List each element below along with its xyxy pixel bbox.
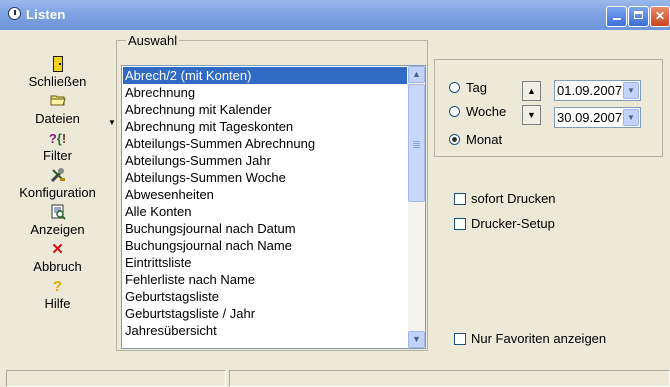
- status-pane-left: [6, 370, 226, 387]
- konfiguration-label: Konfiguration: [19, 185, 96, 200]
- maximize-button[interactable]: [628, 6, 649, 27]
- auswahl-group-title: Auswahl: [126, 33, 180, 48]
- schliessen-label: Schließen: [28, 74, 87, 89]
- anzeigen-label: Anzeigen: [30, 222, 85, 237]
- list-item[interactable]: Alle Konten: [123, 203, 407, 220]
- scroll-up-button[interactable]: ▲: [408, 66, 425, 83]
- radio-woche-label[interactable]: Woche: [466, 104, 506, 119]
- close-icon: ✕: [654, 9, 666, 23]
- nur-favoriten-checkbox[interactable]: [454, 333, 466, 345]
- list-item[interactable]: Buchungsjournal nach Datum: [123, 220, 407, 237]
- schliessen-button[interactable]: Schließen: [0, 56, 115, 89]
- folder-icon: [0, 93, 115, 111]
- list-item[interactable]: Eintrittsliste: [123, 254, 407, 271]
- date-to-value: 30.09.2007: [557, 110, 623, 125]
- title-bar[interactable]: Listen ✕: [0, 0, 670, 30]
- list-item[interactable]: Abrechnung: [123, 84, 407, 101]
- list-item[interactable]: Abrechnung mit Kalender: [123, 101, 407, 118]
- preview-icon: [0, 204, 115, 222]
- drucker-setup-checkbox[interactable]: [454, 218, 466, 230]
- filter-button[interactable]: ?{! Filter: [0, 130, 115, 163]
- list-item[interactable]: Abwesenheiten: [123, 186, 407, 203]
- hilfe-button[interactable]: ? Hilfe: [0, 278, 115, 311]
- spin-up-button[interactable]: ▲: [522, 81, 541, 101]
- radio-woche[interactable]: [449, 106, 460, 117]
- status-bar: [0, 370, 670, 387]
- hilfe-label: Hilfe: [44, 296, 71, 311]
- list-item[interactable]: Abrech/2 (mit Konten): [123, 67, 407, 84]
- dateien-button[interactable]: Dateien: [0, 93, 115, 126]
- radio-tag-label[interactable]: Tag: [466, 80, 487, 95]
- tools-config-icon: [0, 167, 115, 185]
- list-item[interactable]: Abteilungs-Summen Woche: [123, 169, 407, 186]
- close-button[interactable]: ✕: [650, 6, 670, 27]
- list-item[interactable]: Buchungsjournal nach Name: [123, 237, 407, 254]
- door-exit-icon: [0, 56, 115, 74]
- radio-monat[interactable]: [449, 134, 460, 145]
- dateien-label: Dateien: [35, 111, 80, 126]
- chevron-down-icon: ▼: [627, 86, 635, 95]
- date-to-combo[interactable]: 30.09.2007 ▼: [554, 107, 641, 128]
- filter-label: Filter: [43, 148, 72, 163]
- list-item[interactable]: Fehlerliste nach Name: [123, 271, 407, 288]
- minimize-button[interactable]: [606, 6, 627, 27]
- list-item[interactable]: Geburtstagsliste / Jahr: [123, 305, 407, 322]
- list-item[interactable]: Jahresübersicht: [123, 322, 407, 339]
- date-from-combo[interactable]: 01.09.2007 ▼: [554, 80, 641, 101]
- minimize-icon: [612, 18, 621, 20]
- radio-tag[interactable]: [449, 82, 460, 93]
- scroll-down-button[interactable]: ▼: [408, 331, 425, 348]
- dateien-dropdown-arrow-icon[interactable]: ▼: [108, 118, 116, 127]
- listen-window: Listen ✕ Schließen Dateien ▼ ?{! Filter …: [0, 0, 670, 387]
- window-title: Listen: [26, 7, 66, 22]
- maximize-icon: [634, 11, 643, 19]
- spin-up-icon: ▲: [527, 86, 536, 96]
- abbruch-label: Abbruch: [33, 259, 82, 274]
- spin-down-button[interactable]: ▼: [522, 105, 541, 125]
- list-item[interactable]: Geburtstagsliste: [123, 288, 407, 305]
- scroll-up-icon: ▲: [412, 69, 421, 79]
- list-item[interactable]: Abteilungs-Summen Jahr: [123, 152, 407, 169]
- cancel-x-icon: ✕: [51, 241, 64, 258]
- list-scrollbar[interactable]: ▲ ▼: [408, 66, 425, 348]
- radio-monat-label[interactable]: Monat: [466, 132, 502, 147]
- sofort-drucken-label[interactable]: sofort Drucken: [471, 191, 556, 206]
- nur-favoriten-label[interactable]: Nur Favoriten anzeigen: [471, 331, 606, 346]
- sofort-drucken-checkbox[interactable]: [454, 193, 466, 205]
- list-item[interactable]: Abteilungs-Summen Abrechnung: [123, 135, 407, 152]
- scroll-grip-icon: [413, 141, 420, 142]
- report-listbox[interactable]: Abrech/2 (mit Konten) Abrechnung Abrechnun…: [121, 65, 426, 349]
- scroll-thumb[interactable]: [408, 84, 425, 202]
- chevron-down-icon: ▼: [627, 113, 635, 122]
- date-to-dropdown-button[interactable]: ▼: [623, 109, 639, 126]
- help-question-icon: ?: [52, 278, 63, 295]
- konfiguration-button[interactable]: Konfiguration: [0, 167, 115, 200]
- left-toolbar: Schließen Dateien ▼ ?{! Filter Konfigura…: [0, 32, 116, 352]
- status-pane-right: [229, 370, 670, 387]
- anzeigen-button[interactable]: Anzeigen: [0, 204, 115, 237]
- list-item[interactable]: Abrechnung mit Tageskonten: [123, 118, 407, 135]
- date-from-value: 01.09.2007: [557, 83, 623, 98]
- app-clock-icon[interactable]: [8, 7, 21, 20]
- abbruch-button[interactable]: ✕ Abbruch: [0, 241, 115, 274]
- spin-down-icon: ▼: [527, 110, 536, 120]
- drucker-setup-label[interactable]: Drucker-Setup: [471, 216, 555, 231]
- filter-icon: ?{!: [48, 131, 67, 146]
- scroll-down-icon: ▼: [412, 334, 421, 344]
- date-from-dropdown-button[interactable]: ▼: [623, 82, 639, 99]
